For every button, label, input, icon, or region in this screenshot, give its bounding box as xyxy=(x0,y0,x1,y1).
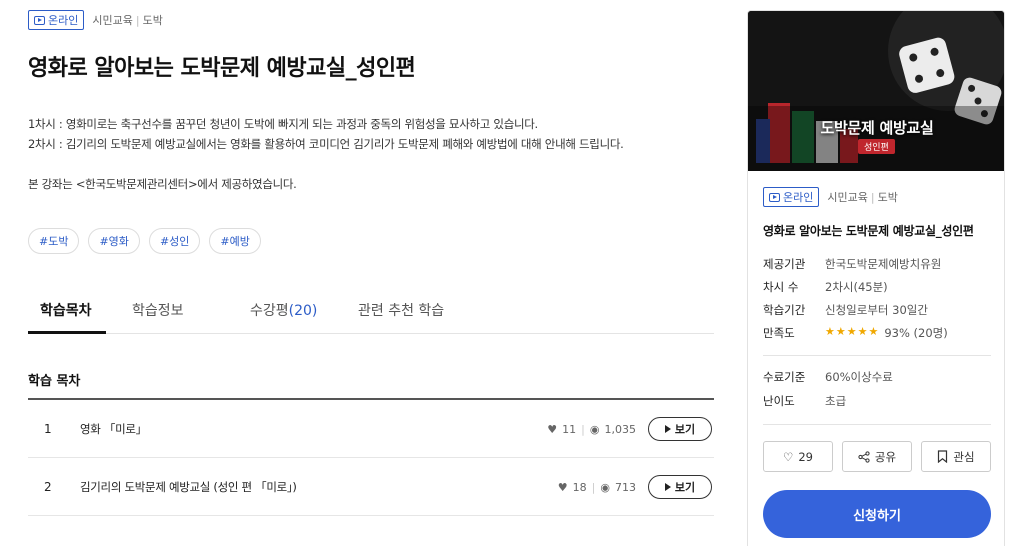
course-description: 1차시 : 영화미로는 축구선수를 꿈꾸던 청년이 도박에 빠지게 되는 과정과… xyxy=(28,114,624,194)
tag[interactable]: #영화 xyxy=(88,228,140,254)
play-icon xyxy=(769,192,780,202)
bookmark-button[interactable]: 관심 xyxy=(921,441,991,472)
thumbnail-subtitle: 성인편 xyxy=(858,139,895,154)
thumbnail-title: 도박문제 예방교실 xyxy=(820,119,934,137)
play-icon xyxy=(34,15,45,25)
divider xyxy=(763,355,991,356)
toc-number: 1 xyxy=(44,422,52,436)
heart-icon: ♥ xyxy=(557,480,568,494)
toc-stats: ♥ 11 | ◉ 1,035 xyxy=(547,422,637,436)
action-buttons: ♡ 29 공유 관심 xyxy=(763,441,991,472)
bookmark-icon xyxy=(938,450,948,463)
play-icon xyxy=(664,425,671,433)
toc-name: 영화 「미로」 xyxy=(80,422,147,436)
category-path: 시민교육 | 도박 xyxy=(827,191,898,204)
view-button[interactable]: 보기 xyxy=(648,417,712,441)
sidebar-meta: 온라인 시민교육 | 도박 xyxy=(763,187,898,207)
toc-name: 김기리의 도박문제 예방교실 (성인 편 「미로」) xyxy=(80,480,297,494)
toc-divider xyxy=(28,398,714,400)
description-line-1: 1차시 : 영화미로는 축구선수를 꿈꾸던 청년이 도박에 빠지게 되는 과정과… xyxy=(28,117,538,131)
course-thumbnail: 도박문제 예방교실 성인편 xyxy=(748,11,1004,171)
toc-stats: ♥ 18 | ◉ 713 xyxy=(557,480,636,494)
course-main: 온라인 시민교육 | 도박 영화로 알아보는 도박문제 예방교실_성인편 1차시 :… xyxy=(28,0,714,546)
table-row: 2 김기리의 도박문제 예방교실 (성인 편 「미로」) ♥ 18 | ◉ 71… xyxy=(28,459,714,516)
category-path: 시민교육 | 도박 xyxy=(92,14,163,27)
heart-icon: ♥ xyxy=(547,422,558,436)
online-badge-label: 온라인 xyxy=(48,14,79,27)
course-sidebar: 도박문제 예방교실 성인편 온라인 시민교육 | 도박 영화로 알아보는 도박문제 … xyxy=(747,10,1005,546)
info-sessions: 차시 수 2차시(45분) xyxy=(763,280,888,294)
eye-icon: ◉ xyxy=(600,480,610,494)
tab-reviews[interactable]: 수강평(20) xyxy=(250,300,317,334)
like-count: 18 xyxy=(572,480,587,494)
category: 시민교육 xyxy=(92,14,133,27)
table-row: 1 영화 「미로」 ♥ 11 | ◉ 1,035 보기 xyxy=(28,401,714,458)
tab-bar: 학습목차 학습정보 수강평(20) 관련 추천 학습 xyxy=(28,292,714,334)
tag[interactable]: #예방 xyxy=(209,228,261,254)
eye-icon: ◉ xyxy=(589,422,600,436)
info-satisfaction: 만족도 ★★★★★ 93% (20명) xyxy=(763,325,948,340)
sidebar-title: 영화로 알아보는 도박문제 예방교실_성인편 xyxy=(763,224,974,238)
toc-title: 학습 목차 xyxy=(28,374,81,389)
info-difficulty: 난이도 초급 xyxy=(763,394,847,408)
star-rating-icon: ★★★★★ xyxy=(825,325,880,338)
heart-outline-icon: ♡ xyxy=(783,449,794,464)
like-count: 11 xyxy=(562,422,577,436)
play-icon xyxy=(664,483,671,491)
online-badge: 온라인 xyxy=(28,10,85,30)
share-button[interactable]: 공유 xyxy=(842,441,912,472)
tag-list: #도박 #영화 #성인 #예방 xyxy=(28,228,261,254)
apply-button[interactable]: 신청하기 xyxy=(763,490,991,538)
tab-related[interactable]: 관련 추천 학습 xyxy=(358,300,444,334)
divider xyxy=(763,424,991,425)
course-meta: 온라인 시민교육 | 도박 xyxy=(28,10,163,30)
tab-info[interactable]: 학습정보 xyxy=(132,300,184,334)
share-icon xyxy=(858,450,870,463)
view-button[interactable]: 보기 xyxy=(648,475,712,499)
source-note: 본 강좌는 <한국도박문제관리센터>에서 제공하였습니다. xyxy=(28,177,297,191)
view-count: 713 xyxy=(615,480,636,494)
page-title: 영화로 알아보는 도박문제 예방교실_성인편 xyxy=(28,56,416,81)
tag[interactable]: #도박 xyxy=(28,228,80,254)
view-count: 1,035 xyxy=(604,422,637,436)
like-button[interactable]: ♡ 29 xyxy=(763,441,833,472)
info-completion: 수료기준 60%이상수료 xyxy=(763,370,893,384)
toc-number: 2 xyxy=(44,480,52,494)
online-badge: 온라인 xyxy=(763,187,820,207)
info-period: 학습기간 신청일로부터 30일간 xyxy=(763,303,928,317)
subcategory: 도박 xyxy=(142,14,163,27)
info-provider: 제공기관 한국도박문제예방치유원 xyxy=(763,257,942,271)
tab-curriculum[interactable]: 학습목차 xyxy=(28,300,106,334)
tag[interactable]: #성인 xyxy=(148,228,201,254)
description-line-2: 2차시 : 김기리의 도박문제 예방교실에서는 영화를 활용하여 코미디언 김기… xyxy=(28,137,624,151)
